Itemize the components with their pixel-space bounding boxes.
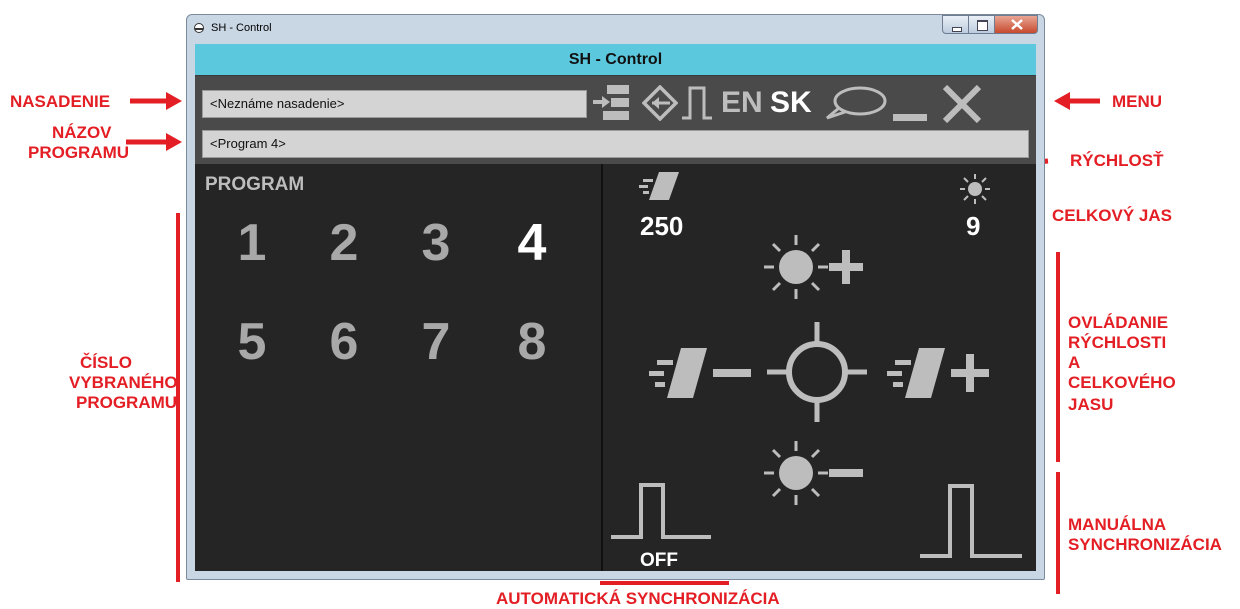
window-maximize-button[interactable] [968, 15, 995, 34]
annotation-menu: MENU [1112, 92, 1163, 111]
speed-icon [639, 172, 679, 200]
close-icon[interactable] [942, 84, 982, 124]
annotation-automaticka: AUTOMATICKÁ SYNCHRONIZÁCIA [496, 589, 780, 608]
deployment-field[interactable]: <Neznáme nasadenie> [202, 90, 587, 118]
brightness-icon [960, 174, 990, 204]
annotation-manualna-line1: MANUÁLNA [1068, 515, 1167, 534]
annotation-ovladanie-line3: A [1068, 353, 1081, 372]
minimize-glyph-icon [952, 27, 962, 32]
app-header: SH - Control [195, 44, 1036, 76]
window-minimize-button[interactable] [942, 15, 969, 34]
maximize-glyph-icon [977, 20, 988, 31]
brightness-value: 9 [966, 211, 981, 241]
language-sk-button[interactable]: SK [770, 86, 812, 120]
language-en-button[interactable]: EN [721, 86, 763, 120]
program-button-7[interactable]: 7 [406, 312, 466, 372]
program-button-3[interactable]: 3 [406, 213, 466, 273]
deploy-icon[interactable] [593, 85, 633, 121]
speed-plus-icon[interactable] [885, 348, 993, 400]
program-button-2[interactable]: 2 [314, 213, 374, 273]
annotation-ovladanie-line2: RÝCHLOSTI [1068, 333, 1167, 352]
window-titlebar[interactable]: SH - Control [187, 15, 1044, 41]
annotation-manualna-line2: SYNCHRONIZÁCIA [1068, 535, 1222, 554]
pulse-icon[interactable] [682, 86, 714, 120]
annotation-ovladanie-line5: JASU [1068, 395, 1114, 414]
annotation-cislo-line1: ČÍSLO [80, 353, 132, 372]
auto-sync-state: OFF [640, 550, 678, 571]
annotation-nazov-line1: NÁZOV [52, 123, 112, 142]
window-title: SH - Control [211, 22, 272, 34]
brightness-minus-icon[interactable] [763, 439, 867, 507]
app-icon [194, 23, 204, 33]
window-close-button[interactable] [994, 15, 1038, 34]
center-target-icon[interactable] [765, 320, 869, 424]
program-panel: PROGRAM 1 2 3 4 5 6 7 8 [195, 164, 601, 571]
chat-icon[interactable] [825, 86, 887, 120]
program-name-field[interactable]: <Program 4> [202, 130, 1029, 158]
program-button-1[interactable]: 1 [222, 213, 282, 273]
app-title: SH - Control [568, 51, 663, 68]
close-glyph-icon [1011, 19, 1023, 30]
program-label: PROGRAM [205, 174, 305, 195]
program-button-5[interactable]: 5 [222, 312, 282, 372]
annotation-celkovy-jas: CELKOVÝ JAS [1052, 206, 1172, 225]
annotation-cislo-line3: PROGRAMU [76, 393, 178, 412]
annotation-ovladanie-line1: OVLÁDANIE [1068, 313, 1169, 332]
program-button-6[interactable]: 6 [314, 312, 374, 372]
annotation-rychlost: RÝCHLOSŤ [1070, 151, 1164, 170]
annotation-nazov-line2: PROGRAMU [28, 143, 130, 162]
app-client-area: SH - Control <Neznáme nasadenie> <Progra… [195, 44, 1036, 571]
transfer-icon[interactable] [642, 85, 678, 121]
app-window: SH - Control SH - Control <Neznáme nasad… [186, 14, 1045, 580]
annotation-cislo-line2: VYBRANÉHO [69, 373, 178, 392]
program-button-8[interactable]: 8 [502, 312, 562, 372]
speed-minus-icon[interactable] [647, 348, 755, 400]
toolbar: <Neznáme nasadenie> <Program 4> EN SK [195, 76, 1036, 164]
program-button-4[interactable]: 4 [502, 213, 562, 273]
auto-sync-toggle-icon[interactable] [611, 481, 715, 543]
control-panel: 250 9 OFF [603, 164, 1036, 571]
manual-sync-icon[interactable] [920, 482, 1024, 562]
annotation-ovladanie-line4: CELKOVÉHO [1068, 373, 1176, 392]
speed-value: 250 [640, 211, 684, 241]
annotation-nasadenie: NASADENIE [10, 92, 111, 111]
brightness-plus-icon[interactable] [763, 233, 867, 301]
minimize-icon[interactable] [893, 86, 929, 122]
